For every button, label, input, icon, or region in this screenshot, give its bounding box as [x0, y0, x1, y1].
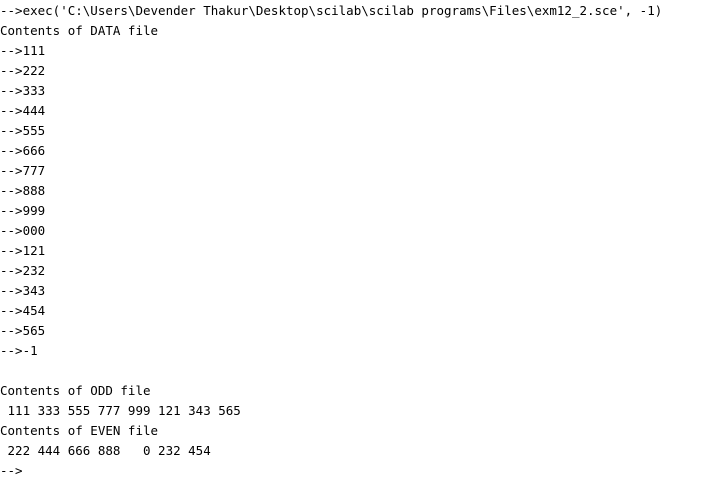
data-input-line: -->454 — [0, 303, 46, 318]
scilab-console[interactable]: -->exec('C:\Users\Devender Thakur\Deskto… — [0, 0, 704, 479]
data-input-line: -->999 — [0, 203, 46, 218]
odd-file-values: 111 333 555 777 999 121 343 565 — [0, 403, 241, 418]
data-input-line: -->777 — [0, 163, 46, 178]
data-input-line: -->111 — [0, 43, 46, 58]
data-input-line: -->565 — [0, 323, 46, 338]
data-input-line: -->444 — [0, 103, 46, 118]
console-prompt[interactable]: --> — [0, 461, 704, 481]
data-input-list: -->111 -->222 -->333 -->444 -->555 -->66… — [0, 41, 704, 361]
data-input-line: -->121 — [0, 243, 46, 258]
data-input-line: -->232 — [0, 263, 46, 278]
data-file-heading: Contents of DATA file — [0, 23, 159, 38]
even-file-heading: Contents of EVEN file — [0, 423, 159, 438]
data-input-line: -->222 — [0, 63, 46, 78]
data-input-line: -->555 — [0, 123, 46, 138]
exec-command-line: -->exec('C:\Users\Devender Thakur\Deskto… — [0, 3, 663, 18]
data-input-line: -->-1 — [0, 343, 38, 358]
data-input-line: -->333 — [0, 83, 46, 98]
data-input-line: -->888 — [0, 183, 46, 198]
even-file-values: 222 444 666 888 0 232 454 — [0, 443, 211, 458]
data-input-line: -->343 — [0, 283, 46, 298]
odd-file-heading: Contents of ODD file — [0, 383, 151, 398]
data-input-line: -->666 — [0, 143, 46, 158]
data-input-line: -->000 — [0, 223, 46, 238]
